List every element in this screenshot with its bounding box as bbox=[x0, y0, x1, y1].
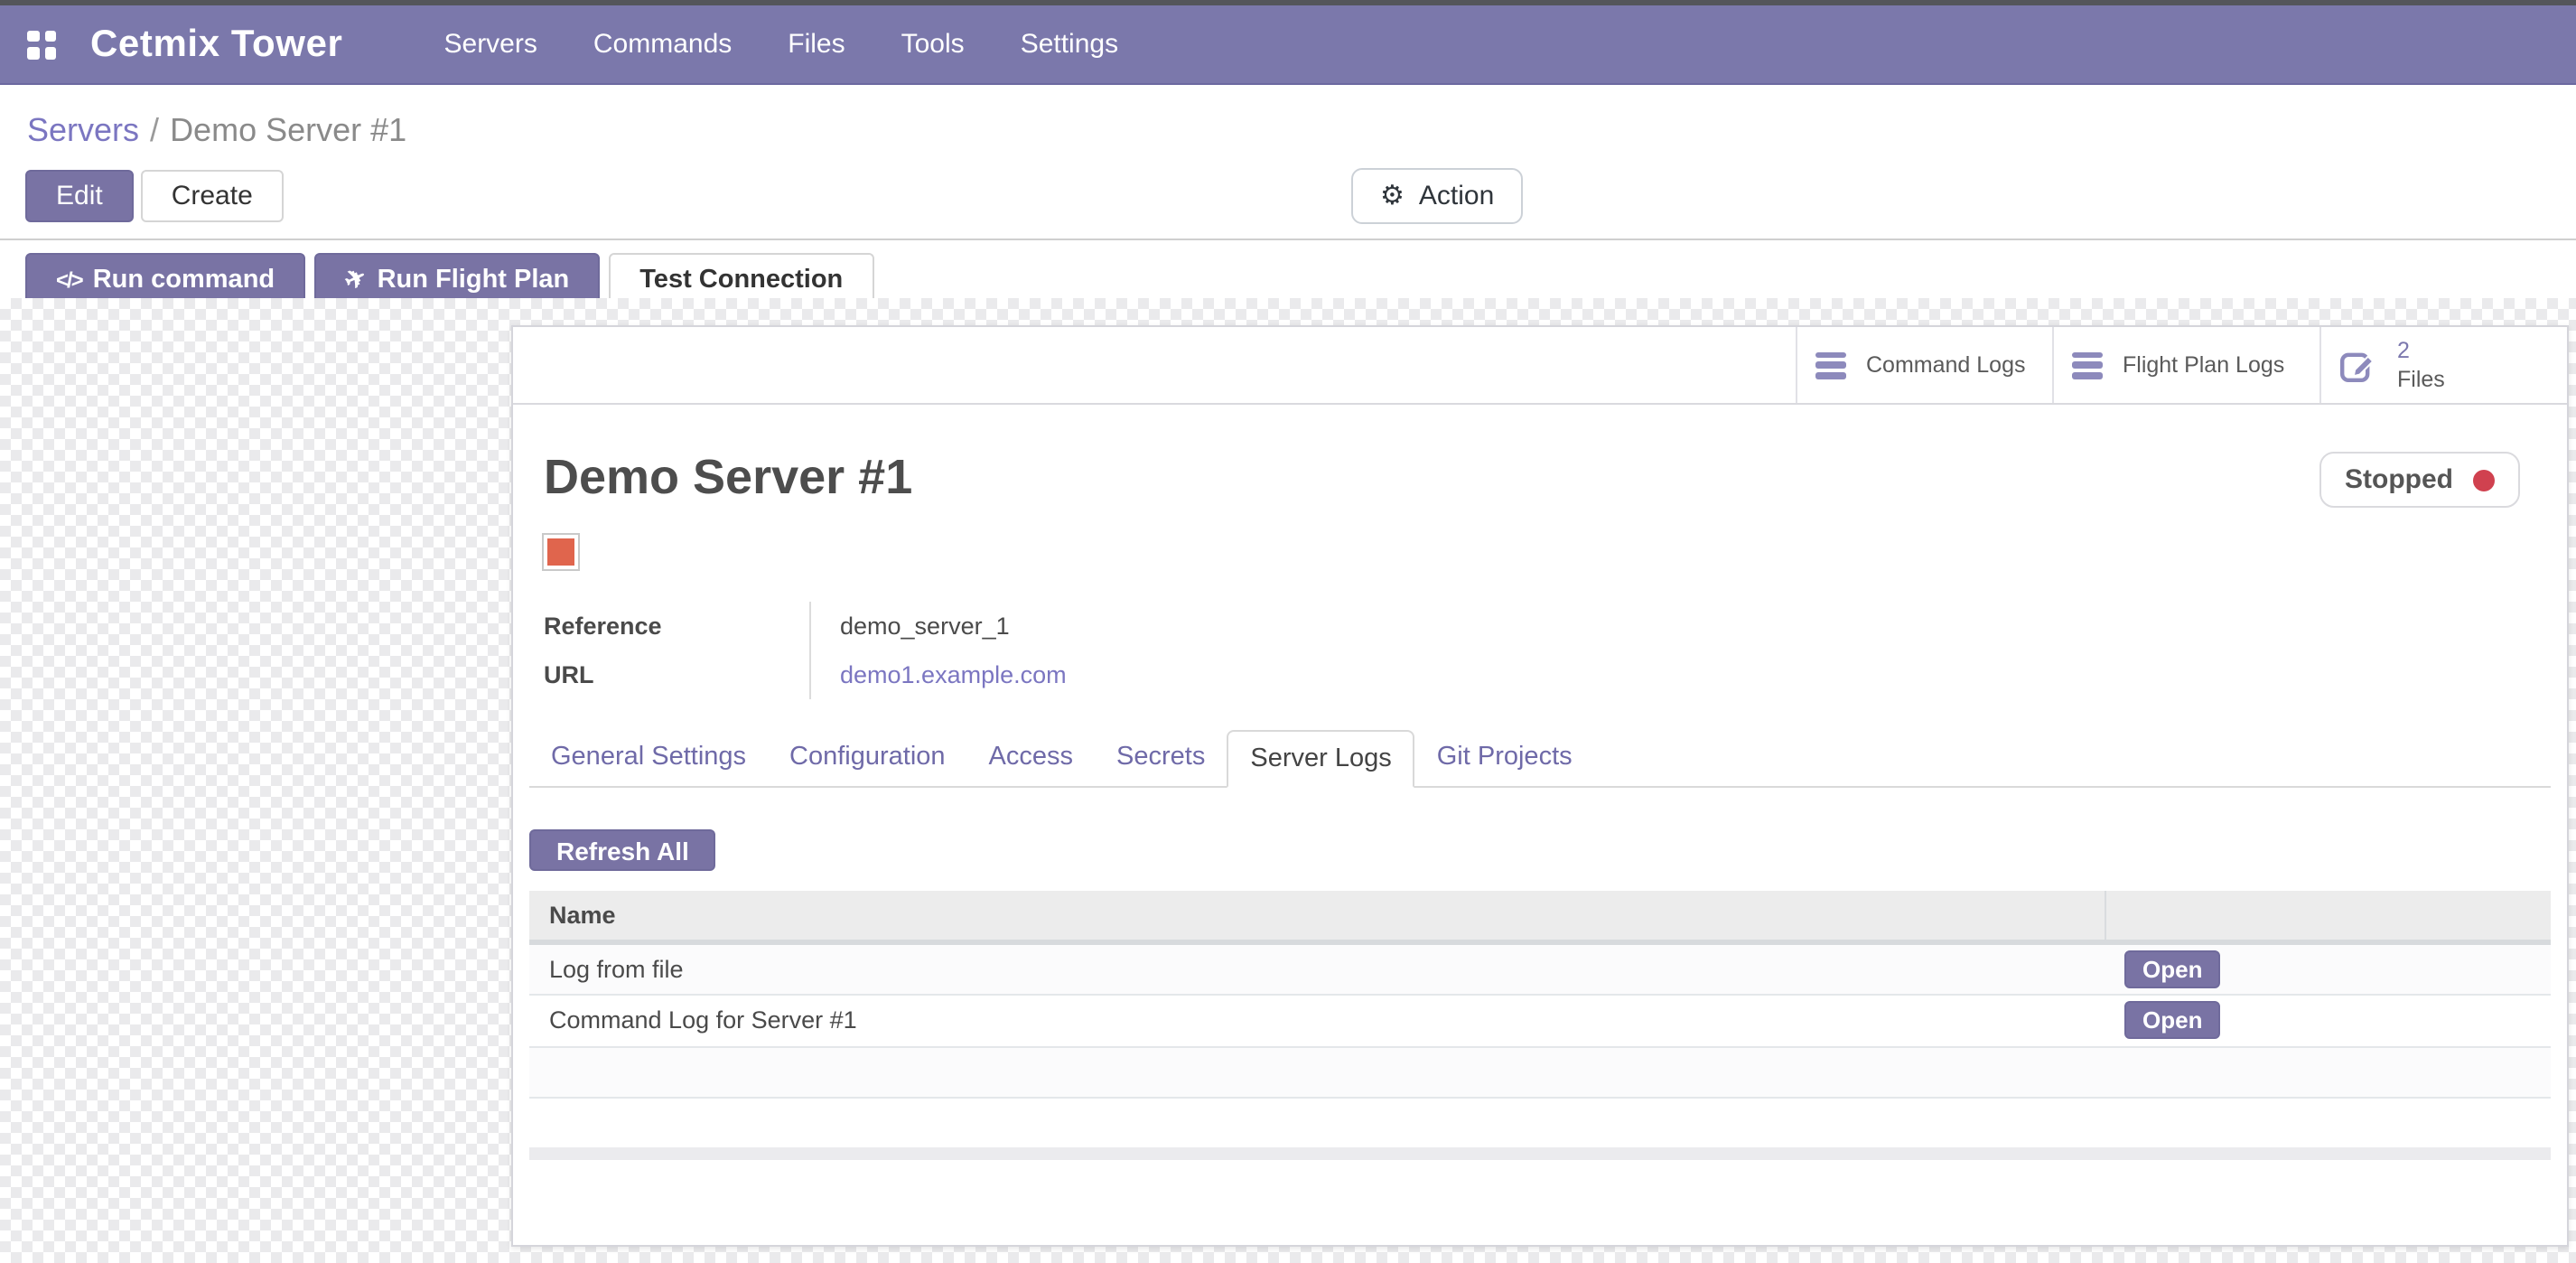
brand-title[interactable]: Cetmix Tower bbox=[90, 23, 343, 66]
empty-table-row bbox=[529, 1046, 2551, 1097]
code-icon: </> bbox=[56, 267, 82, 292]
table-row[interactable]: Command Log for Server #1 Open bbox=[529, 994, 2551, 1046]
menu-item-commands[interactable]: Commands bbox=[593, 29, 732, 60]
main-menu: Servers Commands Files Tools Settings bbox=[444, 29, 1119, 60]
edit-button[interactable]: Edit bbox=[25, 170, 134, 222]
gear-icon: ⚙ bbox=[1380, 182, 1405, 210]
table-footer-bar bbox=[529, 1147, 2551, 1160]
run-command-label: Run command bbox=[93, 265, 275, 294]
field-row-reference: Reference demo_server_1 bbox=[544, 602, 1591, 650]
stat-button-command-logs[interactable]: Command Logs bbox=[1796, 327, 2052, 403]
url-value-link[interactable]: demo1.example.com bbox=[811, 650, 1067, 699]
menu-item-settings[interactable]: Settings bbox=[1021, 29, 1118, 60]
stat-value-files-count: 2 bbox=[2397, 336, 2445, 366]
stat-button-flight-plan-logs[interactable]: Flight Plan Logs bbox=[2052, 327, 2319, 403]
stat-label: Command Logs bbox=[1866, 352, 2026, 378]
app-root: Cetmix Tower Servers Commands Files Tool… bbox=[0, 0, 2576, 1263]
tab-general-settings[interactable]: General Settings bbox=[529, 730, 768, 786]
test-connection-label: Test Connection bbox=[639, 265, 843, 294]
stat-button-strip: Command Logs Flight Plan Logs bbox=[513, 327, 2567, 405]
column-header-name[interactable]: Name bbox=[529, 891, 2105, 941]
field-label: Reference bbox=[544, 602, 811, 650]
stat-label: Flight Plan Logs bbox=[2123, 352, 2284, 378]
empty-table-row bbox=[529, 1097, 2551, 1147]
breadcrumb-separator: / bbox=[139, 112, 170, 148]
breadcrumb: Servers/Demo Server #1 bbox=[0, 85, 2576, 154]
tab-configuration[interactable]: Configuration bbox=[768, 730, 967, 786]
create-button[interactable]: Create bbox=[141, 170, 284, 222]
page-title: Demo Server #1 bbox=[544, 452, 912, 505]
field-row-url: URL demo1.example.com bbox=[544, 650, 1591, 699]
log-name-cell[interactable]: Command Log for Server #1 bbox=[529, 994, 2105, 1046]
stat-label: Files bbox=[2397, 367, 2445, 392]
server-form-card: Command Logs Flight Plan Logs bbox=[511, 325, 2569, 1247]
run-flight-plan-label: Run Flight Plan bbox=[378, 265, 570, 294]
action-menu-button[interactable]: ⚙ Action bbox=[1351, 168, 1523, 224]
plane-icon: ✈ bbox=[340, 261, 372, 298]
open-log-button[interactable]: Open bbox=[2124, 950, 2220, 987]
open-log-button[interactable]: Open bbox=[2124, 1001, 2220, 1039]
form-background: Command Logs Flight Plan Logs bbox=[0, 298, 2576, 1263]
form-sheet: Demo Server #1 Stopped Reference demo_se… bbox=[513, 452, 2567, 1160]
field-group: Reference demo_server_1 URL demo1.exampl… bbox=[544, 602, 1591, 699]
tab-server-logs[interactable]: Server Logs bbox=[1227, 730, 1414, 788]
color-swatch[interactable] bbox=[544, 535, 578, 569]
breadcrumb-current: Demo Server #1 bbox=[170, 112, 406, 148]
field-label: URL bbox=[544, 650, 811, 699]
status-dot-icon bbox=[2473, 469, 2495, 491]
apps-grid-icon[interactable] bbox=[27, 30, 56, 59]
list-icon bbox=[2072, 351, 2103, 379]
stat-button-files[interactable]: 2 Files bbox=[2319, 327, 2567, 403]
status-label: Stopped bbox=[2345, 464, 2453, 495]
status-badge[interactable]: Stopped bbox=[2319, 452, 2520, 508]
action-menu-label: Action bbox=[1419, 181, 1494, 211]
breadcrumb-servers-link[interactable]: Servers bbox=[27, 112, 139, 148]
notebook-tabs: General Settings Configuration Access Se… bbox=[529, 730, 2551, 788]
tab-secrets[interactable]: Secrets bbox=[1095, 730, 1227, 786]
menu-item-files[interactable]: Files bbox=[788, 29, 845, 60]
main-navbar: Cetmix Tower Servers Commands Files Tool… bbox=[0, 5, 2576, 85]
tab-git-projects[interactable]: Git Projects bbox=[1415, 730, 1594, 786]
menu-item-servers[interactable]: Servers bbox=[444, 29, 537, 60]
refresh-all-button[interactable]: Refresh All bbox=[529, 829, 716, 871]
reference-value: demo_server_1 bbox=[811, 602, 1010, 650]
tab-access[interactable]: Access bbox=[967, 730, 1096, 786]
list-icon bbox=[1815, 351, 1846, 379]
control-button-row: Edit Create ⚙ Action bbox=[0, 154, 2576, 239]
title-row: Demo Server #1 Stopped bbox=[529, 452, 2551, 508]
edit-pencil-icon bbox=[2339, 346, 2377, 384]
menu-item-tools[interactable]: Tools bbox=[901, 29, 965, 60]
server-logs-tab-content: Refresh All Name Log from file Open bbox=[529, 788, 2551, 1160]
table-header-row: Name bbox=[529, 891, 2551, 941]
table-row[interactable]: Log from file Open bbox=[529, 941, 2551, 994]
log-name-cell[interactable]: Log from file bbox=[529, 941, 2105, 994]
column-header-actions bbox=[2105, 891, 2551, 941]
server-logs-table: Name Log from file Open Command Log for … bbox=[529, 891, 2551, 1147]
